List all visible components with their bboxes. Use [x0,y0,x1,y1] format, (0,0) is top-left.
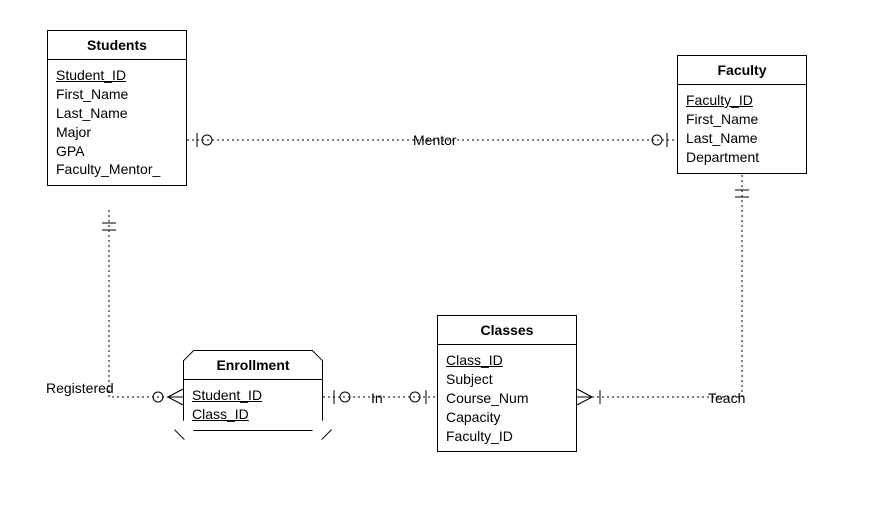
attr: Course_Num [446,389,568,408]
attr: Student_ID [56,66,178,85]
relationship-mentor-label: Mentor [410,132,460,148]
entity-attrs: Student_ID First_Name Last_Name Major GP… [48,60,186,185]
cardinality-zero-icon [340,392,350,402]
entity-title: Classes [438,316,576,345]
attr: Major [56,123,178,142]
relationship-teach-label: Teach [705,390,748,406]
attr: Class_ID [446,351,568,370]
entity-attrs: Student_ID Class_ID [184,380,322,430]
entity-title: Enrollment [184,351,322,380]
crowfoot-icon [168,389,183,397]
rel-teach-line [577,175,742,397]
entity-students: Students Student_ID First_Name Last_Name… [47,30,187,186]
entity-title: Students [48,31,186,60]
attr: Capacity [446,408,568,427]
entity-enrollment: Enrollment Student_ID Class_ID [183,350,323,431]
attr: Department [686,148,798,167]
attr: Subject [446,370,568,389]
attr: First_Name [686,110,798,129]
attr: Faculty_ID [686,91,798,110]
relationship-in-label: In [368,390,386,406]
entity-attrs: Faculty_ID First_Name Last_Name Departme… [678,85,806,173]
crowfoot-icon [577,397,592,405]
cardinality-zero-icon [410,392,420,402]
attr: First_Name [56,85,178,104]
attr: Faculty_Mentor_ [56,160,178,179]
attr: Faculty_ID [446,427,568,446]
cardinality-zero-icon [652,135,662,145]
crowfoot-icon [168,397,183,405]
relationship-registered-label: Registered [43,380,117,396]
entity-attrs: Class_ID Subject Course_Num Capacity Fac… [438,345,576,451]
crowfoot-icon [577,389,592,397]
cardinality-zero-icon [202,135,212,145]
attr: Class_ID [192,405,314,424]
attr: Last_Name [686,129,798,148]
entity-title: Faculty [678,56,806,85]
attr: Student_ID [192,386,314,405]
entity-classes: Classes Class_ID Subject Course_Num Capa… [437,315,577,452]
attr: GPA [56,142,178,161]
rel-registered-line [109,210,183,397]
attr: Last_Name [56,104,178,123]
cardinality-zero-icon [153,392,163,402]
entity-faculty: Faculty Faculty_ID First_Name Last_Name … [677,55,807,174]
